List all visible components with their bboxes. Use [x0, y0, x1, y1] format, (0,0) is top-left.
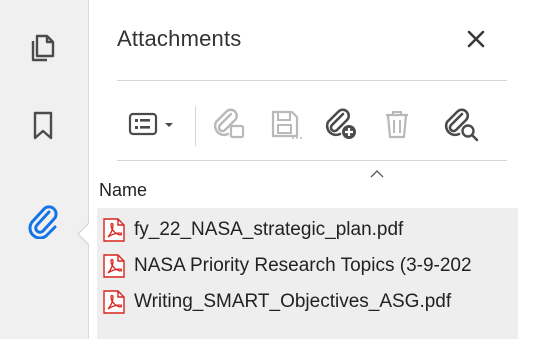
panel-title: Attachments [117, 26, 242, 51]
pdf-file-icon [103, 290, 125, 314]
toolbar-divider [117, 160, 507, 161]
attachments-rail-button[interactable] [18, 196, 68, 246]
page-thumbnails-button[interactable] [18, 22, 68, 72]
chevron-down-icon [162, 117, 176, 135]
file-name: Writing_SMART_Objectives_ASG.pdf [134, 291, 452, 312]
title-divider [117, 80, 507, 81]
search-attachments-icon [442, 106, 480, 147]
attachments-list: Name fy_22_NASA_strategic_plan.pdf NASA … [97, 170, 518, 339]
bookmarks-button[interactable] [18, 100, 68, 150]
delete-icon [379, 106, 415, 147]
close-icon [466, 29, 486, 54]
search-attachments-button[interactable] [431, 98, 491, 154]
attachments-window: Attachments Name fy_22_NASA_strategic_pl… [0, 0, 538, 339]
name-column-header[interactable]: Name [99, 180, 147, 201]
paperclip-icon [25, 203, 61, 239]
bookmark-icon [26, 108, 60, 142]
pdf-file-icon [103, 254, 125, 278]
view-options-icon [128, 109, 162, 144]
sort-ascending-icon[interactable] [369, 168, 385, 180]
file-name: NASA Priority Research Topics (3-9-202 [134, 255, 472, 276]
file-name: fy_22_NASA_strategic_plan.pdf [134, 219, 404, 240]
active-panel-pointer [77, 223, 89, 245]
attachments-panel: Attachments Name fy_22_NASA_strategic_pl… [89, 0, 538, 339]
save-attachment-button[interactable] [261, 98, 309, 154]
list-item[interactable]: NASA Priority Research Topics (3-9-202 [97, 248, 518, 284]
list-item[interactable]: Writing_SMART_Objectives_ASG.pdf [97, 284, 518, 320]
navigation-rail [0, 0, 89, 339]
delete-attachment-button[interactable] [373, 98, 421, 154]
pdf-file-icon [103, 218, 125, 242]
list-header: Name [97, 170, 518, 208]
attachments-toolbar [117, 98, 507, 154]
open-attachment-icon [211, 106, 247, 147]
view-options-button[interactable] [117, 98, 187, 154]
list-item[interactable]: fy_22_NASA_strategic_plan.pdf [97, 212, 518, 248]
toolbar-separator [195, 106, 196, 146]
open-attachment-button[interactable] [205, 98, 253, 154]
add-attachment-button[interactable] [317, 98, 365, 154]
close-button[interactable] [461, 26, 491, 56]
save-attachment-icon [267, 106, 303, 147]
add-attachment-icon [323, 106, 359, 147]
page-thumbnails-icon [26, 30, 60, 64]
